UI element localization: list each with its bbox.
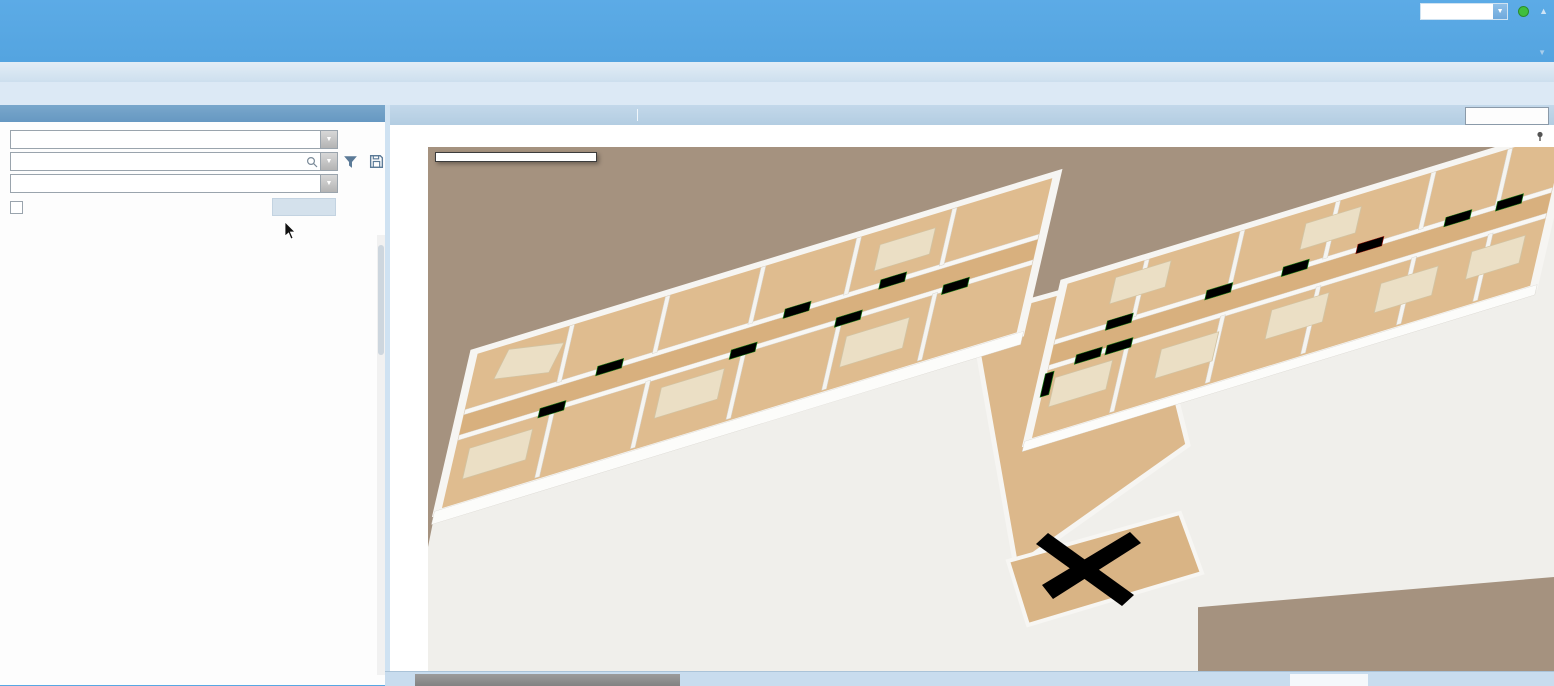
tab-separator xyxy=(637,109,638,121)
viewer-tabstrip xyxy=(390,105,1554,125)
send-button[interactable] xyxy=(272,198,336,216)
chevron-down-icon[interactable]: ▼ xyxy=(320,131,337,148)
view-selector-value xyxy=(11,131,320,148)
chevron-down-icon: ▼ xyxy=(1493,4,1507,19)
chevron-down-icon[interactable]: ▼ xyxy=(320,175,337,192)
manual-navigation-row xyxy=(10,198,336,216)
display-mode-selector[interactable]: ▼ xyxy=(10,174,338,193)
view-selector[interactable]: ▼ xyxy=(10,130,338,149)
bim-3d-viewport[interactable] xyxy=(428,147,1554,671)
alarm-summary-bar: ▼ ▲ ▼ xyxy=(0,0,1554,62)
window-title-bar xyxy=(0,62,1554,83)
system-browser-filters: ▼ ▼ ▼ xyxy=(0,122,385,216)
tree-scrollbar-thumb[interactable] xyxy=(378,245,384,355)
main-content xyxy=(390,105,1554,685)
system-manager-app: { "topbar": { "host": "CH1W80193", "user… xyxy=(0,0,1554,685)
search-placeholder xyxy=(11,153,304,170)
search-icon[interactable] xyxy=(304,153,320,170)
search-input[interactable]: ▼ xyxy=(10,152,338,171)
tree-scrollbar[interactable] xyxy=(377,235,385,675)
system-browser-panel: ▼ ▼ ▼ xyxy=(0,105,385,685)
filter-icon[interactable] xyxy=(342,153,359,170)
bim-viewer-toolbar xyxy=(390,147,428,671)
menu-dropdown[interactable]: ▼ xyxy=(1420,3,1508,20)
breadcrumb-bar xyxy=(0,82,1554,106)
bottom-panel-strip xyxy=(385,671,1554,686)
floor-selection-menu xyxy=(435,152,597,162)
save-icon[interactable] xyxy=(368,153,385,170)
operating-mode-button[interactable] xyxy=(1465,107,1549,125)
mouse-cursor xyxy=(284,222,296,240)
connection-status-dot xyxy=(1518,6,1529,17)
pin-icon[interactable] xyxy=(1534,130,1546,142)
chevron-down-icon[interactable]: ▼ xyxy=(320,153,337,170)
chevron-down-small-icon[interactable]: ▼ xyxy=(1538,48,1546,57)
selected-object-bar xyxy=(390,125,1554,148)
display-mode-value xyxy=(11,175,320,192)
filter-side-icons xyxy=(342,153,385,170)
system-browser-header[interactable] xyxy=(0,105,385,122)
bim-3d-scene xyxy=(428,147,1554,671)
session-info: ▼ ▲ xyxy=(1390,2,1548,20)
hidden-pane-tab-light[interactable] xyxy=(1290,674,1368,686)
manual-navigation-checkbox[interactable] xyxy=(10,201,23,214)
collapse-up-icon[interactable]: ▲ xyxy=(1539,6,1548,16)
hidden-pane-tab[interactable] xyxy=(415,674,680,686)
